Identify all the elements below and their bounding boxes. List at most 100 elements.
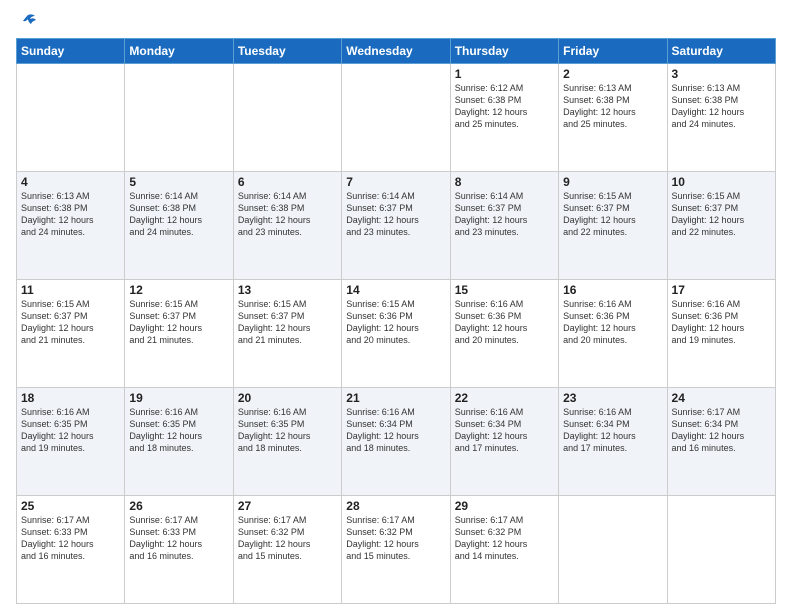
- table-row: 21Sunrise: 6:16 AM Sunset: 6:34 PM Dayli…: [342, 388, 450, 496]
- day-number: 11: [21, 283, 120, 297]
- day-info: Sunrise: 6:14 AM Sunset: 6:38 PM Dayligh…: [129, 190, 228, 239]
- day-info: Sunrise: 6:13 AM Sunset: 6:38 PM Dayligh…: [21, 190, 120, 239]
- table-row: 6Sunrise: 6:14 AM Sunset: 6:38 PM Daylig…: [233, 172, 341, 280]
- table-row: 29Sunrise: 6:17 AM Sunset: 6:32 PM Dayli…: [450, 496, 558, 604]
- day-number: 4: [21, 175, 120, 189]
- day-info: Sunrise: 6:13 AM Sunset: 6:38 PM Dayligh…: [672, 82, 771, 131]
- day-number: 24: [672, 391, 771, 405]
- col-saturday: Saturday: [667, 39, 775, 64]
- table-row: 4Sunrise: 6:13 AM Sunset: 6:38 PM Daylig…: [17, 172, 125, 280]
- logo: [16, 12, 38, 32]
- calendar-table: Sunday Monday Tuesday Wednesday Thursday…: [16, 38, 776, 604]
- table-row: 5Sunrise: 6:14 AM Sunset: 6:38 PM Daylig…: [125, 172, 233, 280]
- table-row: 19Sunrise: 6:16 AM Sunset: 6:35 PM Dayli…: [125, 388, 233, 496]
- day-number: 6: [238, 175, 337, 189]
- day-number: 29: [455, 499, 554, 513]
- table-row: 17Sunrise: 6:16 AM Sunset: 6:36 PM Dayli…: [667, 280, 775, 388]
- table-row: 8Sunrise: 6:14 AM Sunset: 6:37 PM Daylig…: [450, 172, 558, 280]
- col-sunday: Sunday: [17, 39, 125, 64]
- day-info: Sunrise: 6:17 AM Sunset: 6:33 PM Dayligh…: [129, 514, 228, 563]
- logo-bird-icon: [18, 12, 38, 32]
- col-tuesday: Tuesday: [233, 39, 341, 64]
- calendar-week-row: 25Sunrise: 6:17 AM Sunset: 6:33 PM Dayli…: [17, 496, 776, 604]
- table-row: 12Sunrise: 6:15 AM Sunset: 6:37 PM Dayli…: [125, 280, 233, 388]
- day-info: Sunrise: 6:16 AM Sunset: 6:35 PM Dayligh…: [129, 406, 228, 455]
- table-row: 7Sunrise: 6:14 AM Sunset: 6:37 PM Daylig…: [342, 172, 450, 280]
- header: [16, 12, 776, 32]
- day-info: Sunrise: 6:15 AM Sunset: 6:37 PM Dayligh…: [21, 298, 120, 347]
- day-info: Sunrise: 6:17 AM Sunset: 6:32 PM Dayligh…: [346, 514, 445, 563]
- day-number: 5: [129, 175, 228, 189]
- day-info: Sunrise: 6:14 AM Sunset: 6:38 PM Dayligh…: [238, 190, 337, 239]
- day-number: 14: [346, 283, 445, 297]
- day-number: 20: [238, 391, 337, 405]
- table-row: 10Sunrise: 6:15 AM Sunset: 6:37 PM Dayli…: [667, 172, 775, 280]
- table-row: 26Sunrise: 6:17 AM Sunset: 6:33 PM Dayli…: [125, 496, 233, 604]
- day-number: 23: [563, 391, 662, 405]
- day-info: Sunrise: 6:15 AM Sunset: 6:37 PM Dayligh…: [563, 190, 662, 239]
- day-info: Sunrise: 6:16 AM Sunset: 6:35 PM Dayligh…: [238, 406, 337, 455]
- col-friday: Friday: [559, 39, 667, 64]
- table-row: 23Sunrise: 6:16 AM Sunset: 6:34 PM Dayli…: [559, 388, 667, 496]
- calendar-week-row: 1Sunrise: 6:12 AM Sunset: 6:38 PM Daylig…: [17, 64, 776, 172]
- table-row: [342, 64, 450, 172]
- table-row: 1Sunrise: 6:12 AM Sunset: 6:38 PM Daylig…: [450, 64, 558, 172]
- table-row: 20Sunrise: 6:16 AM Sunset: 6:35 PM Dayli…: [233, 388, 341, 496]
- day-number: 27: [238, 499, 337, 513]
- table-row: [125, 64, 233, 172]
- calendar-week-row: 18Sunrise: 6:16 AM Sunset: 6:35 PM Dayli…: [17, 388, 776, 496]
- day-info: Sunrise: 6:15 AM Sunset: 6:36 PM Dayligh…: [346, 298, 445, 347]
- day-number: 8: [455, 175, 554, 189]
- table-row: [559, 496, 667, 604]
- table-row: 3Sunrise: 6:13 AM Sunset: 6:38 PM Daylig…: [667, 64, 775, 172]
- day-number: 15: [455, 283, 554, 297]
- table-row: 9Sunrise: 6:15 AM Sunset: 6:37 PM Daylig…: [559, 172, 667, 280]
- table-row: 24Sunrise: 6:17 AM Sunset: 6:34 PM Dayli…: [667, 388, 775, 496]
- day-info: Sunrise: 6:16 AM Sunset: 6:34 PM Dayligh…: [563, 406, 662, 455]
- table-row: 2Sunrise: 6:13 AM Sunset: 6:38 PM Daylig…: [559, 64, 667, 172]
- table-row: 27Sunrise: 6:17 AM Sunset: 6:32 PM Dayli…: [233, 496, 341, 604]
- day-info: Sunrise: 6:12 AM Sunset: 6:38 PM Dayligh…: [455, 82, 554, 131]
- day-number: 1: [455, 67, 554, 81]
- day-info: Sunrise: 6:16 AM Sunset: 6:35 PM Dayligh…: [21, 406, 120, 455]
- day-info: Sunrise: 6:17 AM Sunset: 6:34 PM Dayligh…: [672, 406, 771, 455]
- day-info: Sunrise: 6:16 AM Sunset: 6:34 PM Dayligh…: [455, 406, 554, 455]
- day-number: 18: [21, 391, 120, 405]
- day-number: 13: [238, 283, 337, 297]
- table-row: 28Sunrise: 6:17 AM Sunset: 6:32 PM Dayli…: [342, 496, 450, 604]
- day-number: 9: [563, 175, 662, 189]
- table-row: 22Sunrise: 6:16 AM Sunset: 6:34 PM Dayli…: [450, 388, 558, 496]
- page: Sunday Monday Tuesday Wednesday Thursday…: [0, 0, 792, 612]
- calendar-header-row: Sunday Monday Tuesday Wednesday Thursday…: [17, 39, 776, 64]
- col-thursday: Thursday: [450, 39, 558, 64]
- day-number: 21: [346, 391, 445, 405]
- day-info: Sunrise: 6:14 AM Sunset: 6:37 PM Dayligh…: [346, 190, 445, 239]
- day-info: Sunrise: 6:15 AM Sunset: 6:37 PM Dayligh…: [238, 298, 337, 347]
- table-row: [667, 496, 775, 604]
- day-info: Sunrise: 6:14 AM Sunset: 6:37 PM Dayligh…: [455, 190, 554, 239]
- day-info: Sunrise: 6:15 AM Sunset: 6:37 PM Dayligh…: [129, 298, 228, 347]
- day-number: 22: [455, 391, 554, 405]
- day-number: 19: [129, 391, 228, 405]
- day-number: 26: [129, 499, 228, 513]
- day-number: 3: [672, 67, 771, 81]
- day-number: 7: [346, 175, 445, 189]
- col-wednesday: Wednesday: [342, 39, 450, 64]
- day-number: 2: [563, 67, 662, 81]
- day-number: 16: [563, 283, 662, 297]
- table-row: 25Sunrise: 6:17 AM Sunset: 6:33 PM Dayli…: [17, 496, 125, 604]
- day-info: Sunrise: 6:16 AM Sunset: 6:36 PM Dayligh…: [672, 298, 771, 347]
- day-info: Sunrise: 6:15 AM Sunset: 6:37 PM Dayligh…: [672, 190, 771, 239]
- col-monday: Monday: [125, 39, 233, 64]
- table-row: 15Sunrise: 6:16 AM Sunset: 6:36 PM Dayli…: [450, 280, 558, 388]
- day-number: 25: [21, 499, 120, 513]
- table-row: 14Sunrise: 6:15 AM Sunset: 6:36 PM Dayli…: [342, 280, 450, 388]
- table-row: 13Sunrise: 6:15 AM Sunset: 6:37 PM Dayli…: [233, 280, 341, 388]
- day-number: 12: [129, 283, 228, 297]
- calendar-week-row: 11Sunrise: 6:15 AM Sunset: 6:37 PM Dayli…: [17, 280, 776, 388]
- table-row: [17, 64, 125, 172]
- day-info: Sunrise: 6:17 AM Sunset: 6:33 PM Dayligh…: [21, 514, 120, 563]
- day-number: 28: [346, 499, 445, 513]
- day-info: Sunrise: 6:16 AM Sunset: 6:34 PM Dayligh…: [346, 406, 445, 455]
- day-info: Sunrise: 6:16 AM Sunset: 6:36 PM Dayligh…: [563, 298, 662, 347]
